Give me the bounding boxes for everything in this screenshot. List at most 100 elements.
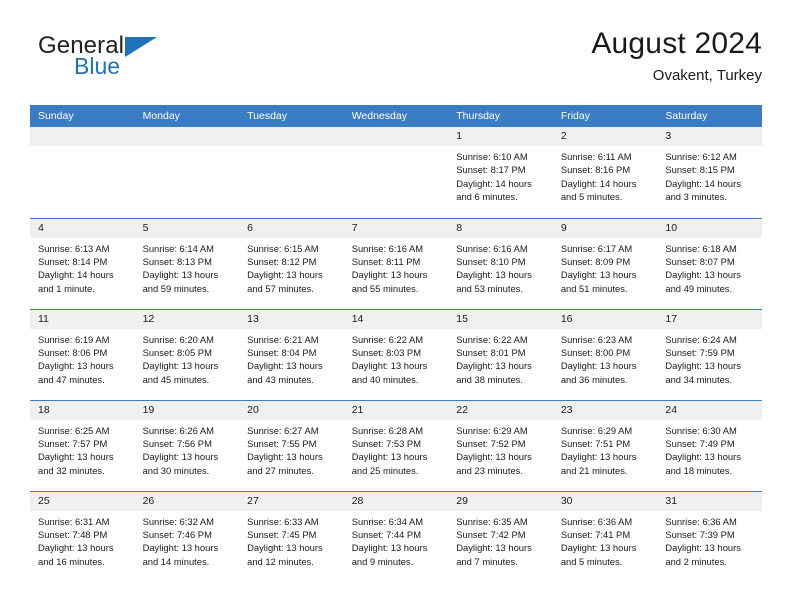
sunset-text: Sunset: 8:11 PM: [351, 255, 421, 267]
calendar-day-cell[interactable]: 13 Sunrise: 6:21 AM Sunset: 8:04 PM Dayligh…: [239, 308, 344, 400]
calendar-day-cell[interactable]: 29 Sunrise: 6:35 AM Sunset: 7:42 PM Dayligh…: [448, 490, 553, 582]
day-details: Sunrise: 6:17 AM Sunset: 8:09 PM Daylight:…: [553, 238, 658, 296]
day-details: Sunrise: 6:28 AM Sunset: 7:53 PM Daylight:…: [344, 420, 449, 478]
day-details: Sunrise: 6:29 AM Sunset: 7:51 PM Daylight:…: [553, 420, 658, 478]
calendar-day-cell[interactable]: 24 Sunrise: 6:30 AM Sunset: 7:49 PM Dayligh…: [657, 399, 762, 491]
daylight-text-line1: Daylight: 13 hours: [38, 542, 114, 554]
calendar-day-cell[interactable]: 9 Sunrise: 6:17 AM Sunset: 8:09 PM Daylight…: [552, 217, 658, 309]
calendar-day-cell[interactable]: 28 Sunrise: 6:34 AM Sunset: 7:44 PM Dayligh…: [343, 490, 449, 582]
day-details: Sunrise: 6:22 AM Sunset: 8:03 PM Daylight:…: [344, 329, 449, 387]
day-details: Sunrise: 6:23 AM Sunset: 8:00 PM Daylight:…: [553, 329, 658, 387]
daylight-text-line1: Daylight: 13 hours: [560, 542, 637, 554]
daylight-text-line2: and 12 minutes.: [247, 555, 314, 567]
day-details: Sunrise: 6:22 AM Sunset: 8:01 PM Daylight:…: [448, 329, 553, 387]
calendar-day-cell[interactable]: 18 Sunrise: 6:25 AM Sunset: 7:57 PM Dayligh…: [30, 399, 135, 491]
calendar-day-cell[interactable]: 11 Sunrise: 6:19 AM Sunset: 8:06 PM Dayligh…: [30, 308, 135, 400]
sunset-text: Sunset: 7:48 PM: [38, 528, 108, 540]
calendar-day-cell[interactable]: 22 Sunrise: 6:29 AM Sunset: 7:52 PM Dayligh…: [448, 399, 553, 491]
calendar-day-cell[interactable]: 5 Sunrise: 6:14 AM Sunset: 8:13 PM Daylight…: [134, 217, 240, 309]
day-number: 30: [552, 491, 658, 511]
sunrise-text: Sunrise: 6:18 AM: [665, 242, 737, 254]
sunset-text: Sunset: 8:05 PM: [142, 346, 212, 358]
sunset-text: Sunset: 7:41 PM: [560, 528, 631, 540]
calendar-day-cell[interactable]: 26 Sunrise: 6:32 AM Sunset: 7:46 PM Dayligh…: [134, 490, 240, 582]
daylight-text-line2: and 49 minutes.: [665, 282, 733, 294]
sunrise-text: Sunrise: 6:16 AM: [351, 242, 424, 254]
sunrise-text: Sunrise: 6:13 AM: [38, 242, 110, 254]
calendar-day-cell[interactable]: 4 Sunrise: 6:13 AM Sunset: 8:14 PM Daylight…: [30, 217, 135, 309]
calendar-day-cell[interactable]: 20 Sunrise: 6:27 AM Sunset: 7:55 PM Dayligh…: [239, 399, 344, 491]
day-details: Sunrise: 6:27 AM Sunset: 7:55 PM Daylight:…: [239, 420, 344, 478]
day-number: [134, 127, 240, 146]
weekday-header-wednesday: Wednesday: [343, 105, 449, 127]
calendar-day-cell[interactable]: 25 Sunrise: 6:31 AM Sunset: 7:48 PM Dayligh…: [30, 490, 135, 582]
sunset-text: Sunset: 8:09 PM: [560, 255, 631, 267]
sunrise-text: Sunrise: 6:16 AM: [456, 242, 528, 254]
page-subtitle: Ovakent, Turkey: [652, 67, 762, 85]
calendar-day-cell[interactable]: 15 Sunrise: 6:22 AM Sunset: 8:01 PM Dayligh…: [448, 308, 553, 400]
daylight-text-line1: Daylight: 13 hours: [247, 451, 323, 463]
daylight-text-line2: and 43 minutes.: [247, 373, 314, 385]
calendar-day-cell-empty: [134, 127, 240, 218]
calendar-day-cell[interactable]: 7 Sunrise: 6:16 AM Sunset: 8:11 PM Daylight…: [343, 217, 449, 309]
sunrise-text: Sunrise: 6:22 AM: [456, 333, 528, 345]
day-number: 16: [552, 309, 658, 329]
calendar-week-row: 1 Sunrise: 6:10 AM Sunset: 8:17 PM Daylight…: [30, 127, 762, 218]
calendar-day-cell[interactable]: 23 Sunrise: 6:29 AM Sunset: 7:51 PM Dayligh…: [552, 399, 658, 491]
sunrise-text: Sunrise: 6:26 AM: [142, 424, 214, 436]
day-number: 31: [657, 491, 762, 511]
day-number: 9: [552, 218, 658, 238]
daylight-text-line1: Daylight: 13 hours: [351, 360, 428, 372]
daylight-text-line2: and 25 minutes.: [351, 464, 419, 476]
sunrise-text: Sunrise: 6:36 AM: [560, 515, 633, 527]
daylight-text-line2: and 38 minutes.: [456, 373, 523, 385]
sunset-text: Sunset: 7:44 PM: [351, 528, 421, 540]
daylight-text-line2: and 7 minutes.: [456, 555, 518, 567]
sunset-text: Sunset: 8:13 PM: [142, 255, 212, 267]
day-details: Sunrise: 6:11 AM Sunset: 8:16 PM Daylight:…: [553, 146, 658, 204]
sunset-text: Sunset: 8:14 PM: [38, 255, 108, 267]
daylight-text-line2: and 36 minutes.: [560, 373, 628, 385]
sunset-text: Sunset: 7:59 PM: [665, 346, 735, 358]
daylight-text-line2: and 47 minutes.: [38, 373, 105, 385]
daylight-text-line1: Daylight: 13 hours: [665, 451, 741, 463]
day-number: 12: [134, 309, 240, 329]
sunset-text: Sunset: 7:51 PM: [560, 437, 631, 449]
calendar-day-cell[interactable]: 19 Sunrise: 6:26 AM Sunset: 7:56 PM Dayligh…: [134, 399, 240, 491]
sunset-text: Sunset: 7:42 PM: [456, 528, 526, 540]
calendar-day-cell[interactable]: 31 Sunrise: 6:36 AM Sunset: 7:39 PM Dayligh…: [657, 490, 762, 582]
day-details: Sunrise: 6:15 AM Sunset: 8:12 PM Daylight:…: [239, 238, 344, 296]
sunrise-text: Sunrise: 6:32 AM: [142, 515, 214, 527]
calendar-day-cell[interactable]: 12 Sunrise: 6:20 AM Sunset: 8:05 PM Dayligh…: [134, 308, 240, 400]
daylight-text-line1: Daylight: 13 hours: [456, 360, 532, 372]
calendar-day-cell[interactable]: 8 Sunrise: 6:16 AM Sunset: 8:10 PM Daylight…: [448, 217, 553, 309]
day-details: Sunrise: 6:29 AM Sunset: 7:52 PM Daylight:…: [448, 420, 553, 478]
day-number: 28: [343, 491, 449, 511]
daylight-text-line1: Daylight: 13 hours: [665, 360, 741, 372]
sunset-text: Sunset: 7:55 PM: [247, 437, 317, 449]
sunrise-text: Sunrise: 6:19 AM: [38, 333, 110, 345]
calendar-day-cell[interactable]: 1 Sunrise: 6:10 AM Sunset: 8:17 PM Daylight…: [448, 127, 553, 218]
sunset-text: Sunset: 7:57 PM: [38, 437, 108, 449]
brand-logo[interactable]: General Blue: [38, 34, 298, 78]
daylight-text-line2: and 3 minutes.: [665, 191, 727, 203]
weekday-header-sunday: Sunday: [30, 105, 135, 127]
daylight-text-line1: Daylight: 13 hours: [560, 269, 637, 281]
sunset-text: Sunset: 8:01 PM: [456, 346, 526, 358]
calendar-day-cell[interactable]: 17 Sunrise: 6:24 AM Sunset: 7:59 PM Dayligh…: [657, 308, 762, 400]
calendar-day-cell[interactable]: 6 Sunrise: 6:15 AM Sunset: 8:12 PM Daylight…: [239, 217, 344, 309]
daylight-text-line2: and 16 minutes.: [38, 555, 105, 567]
calendar-day-cell[interactable]: 2 Sunrise: 6:11 AM Sunset: 8:16 PM Daylight…: [552, 127, 658, 218]
daylight-text-line1: Daylight: 14 hours: [560, 177, 637, 189]
calendar-day-cell[interactable]: 3 Sunrise: 6:12 AM Sunset: 8:15 PM Daylight…: [657, 127, 762, 218]
daylight-text-line1: Daylight: 14 hours: [38, 269, 114, 281]
calendar-day-cell[interactable]: 10 Sunrise: 6:18 AM Sunset: 8:07 PM Dayligh…: [657, 217, 762, 309]
daylight-text-line2: and 51 minutes.: [560, 282, 628, 294]
sunset-text: Sunset: 7:46 PM: [142, 528, 212, 540]
calendar-day-cell[interactable]: 27 Sunrise: 6:33 AM Sunset: 7:45 PM Dayligh…: [239, 490, 344, 582]
calendar-day-cell[interactable]: 14 Sunrise: 6:22 AM Sunset: 8:03 PM Dayligh…: [343, 308, 449, 400]
calendar-day-cell[interactable]: 30 Sunrise: 6:36 AM Sunset: 7:41 PM Dayligh…: [552, 490, 658, 582]
calendar-day-cell[interactable]: 21 Sunrise: 6:28 AM Sunset: 7:53 PM Dayligh…: [343, 399, 449, 491]
calendar-day-cell[interactable]: 16 Sunrise: 6:23 AM Sunset: 8:00 PM Dayligh…: [552, 308, 658, 400]
daylight-text-line2: and 14 minutes.: [142, 555, 210, 567]
